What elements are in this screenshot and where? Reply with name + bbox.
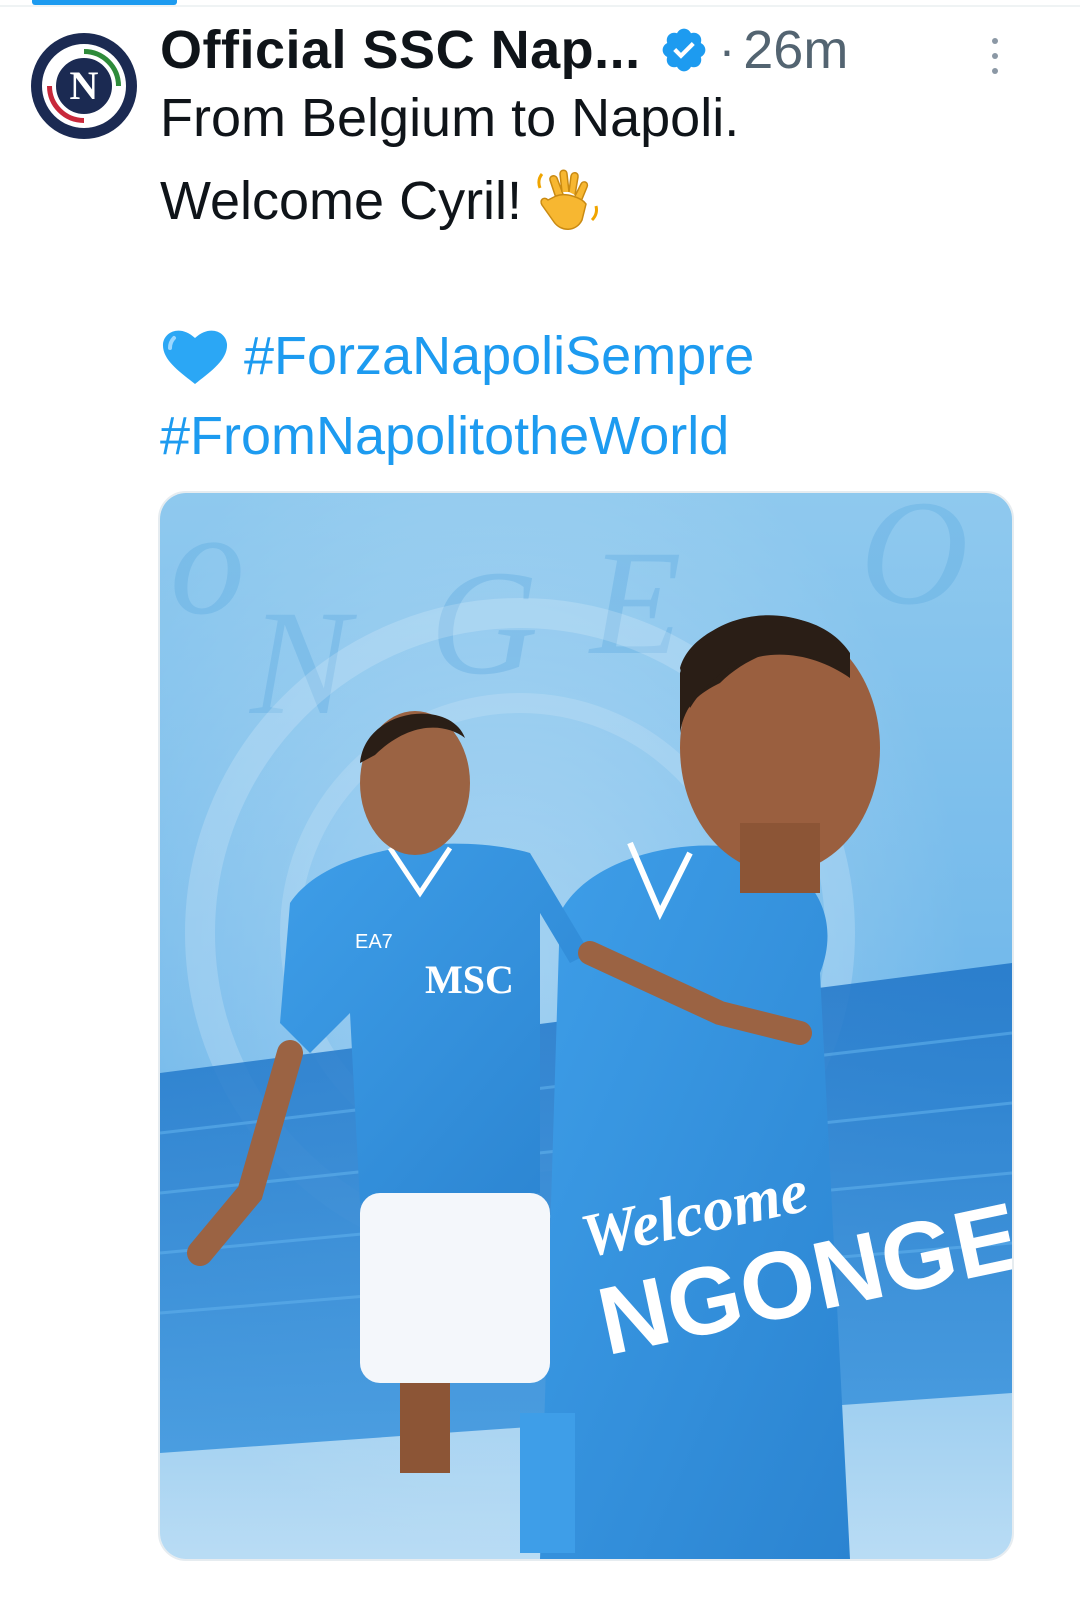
display-name[interactable]: Official SSC Nap... <box>160 19 641 81</box>
blue-heart-emoji <box>162 330 228 384</box>
avatar-letter: N <box>69 63 99 108</box>
verified-badge-icon <box>662 28 705 72</box>
hashtag-line1: #ForzaNapoliSempre <box>160 326 754 386</box>
kit-brand: EA7 <box>355 931 393 953</box>
svg-text:O: O <box>860 493 968 636</box>
tweet-text-line2: Welcome Cyril! <box>160 168 604 234</box>
avatar-ring: N <box>42 44 126 128</box>
tweet-header: Official SSC Nap... · 26m <box>160 18 1040 82</box>
tweet-text-welcome: Welcome Cyril! <box>160 171 523 231</box>
welcome-graphic: o N G E O MSC EA7 Welcome NGONGE <box>160 493 1012 1559</box>
hashtag-forzanapolisempre[interactable]: #ForzaNapoliSempre <box>244 326 754 386</box>
tweet-screen: N Official SSC Nap... · 26m From Belgium… <box>0 0 1080 1621</box>
tweet-text-line1: From Belgium to Napoli. <box>160 88 740 148</box>
more-vertical-icon[interactable] <box>980 36 1010 76</box>
timestamp[interactable]: 26m <box>743 19 848 81</box>
sponsor-text: MSC <box>425 957 514 1002</box>
media-image[interactable]: o N G E O MSC EA7 Welcome NGONGE <box>158 491 1014 1561</box>
waving-hand-emoji <box>537 169 599 230</box>
hashtag-fromnapolitotheworld[interactable]: #FromNapolitotheWorld <box>160 406 729 466</box>
avatar-inner: N <box>52 54 116 118</box>
separator-dot: · <box>718 22 736 78</box>
top-divider <box>0 5 1080 7</box>
svg-text:o: o <box>170 493 245 646</box>
avatar[interactable]: N <box>31 33 137 139</box>
